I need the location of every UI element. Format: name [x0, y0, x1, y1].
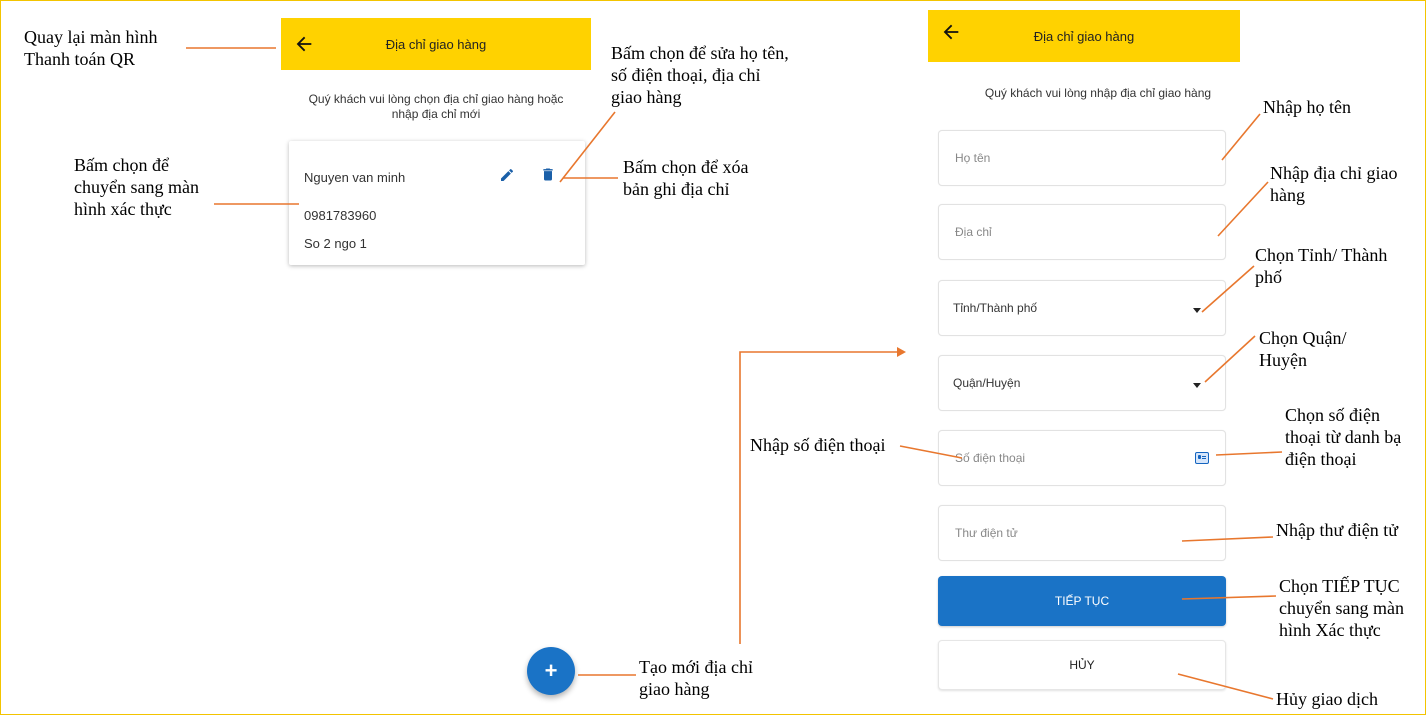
trash-icon[interactable]: [540, 166, 556, 183]
annotation-phone-contacts: Chọn số điện thoại từ danh bạ điện thoại: [1285, 405, 1402, 469]
address-card-address: So 2 ngo 1: [304, 236, 367, 251]
right-subtitle: Quý khách vui lòng nhập địa chỉ giao hàn…: [984, 86, 1212, 100]
cancel-button[interactable]: HỦY: [938, 640, 1226, 690]
left-header-title: Địa chỉ giao hàng: [385, 36, 487, 52]
annotation-choose-district: Chọn Quận/ Huyện: [1259, 328, 1347, 370]
left-subtitle: Quý khách vui lòng chọn địa chỉ giao hàn…: [308, 92, 564, 121]
chevron-down-icon: [1193, 383, 1201, 388]
add-address-button[interactable]: +: [527, 647, 575, 695]
contact-book-icon[interactable]: [1195, 452, 1209, 464]
address-card[interactable]: Nguyen van minh 0981783960 So 2 ngo 1: [289, 141, 585, 265]
address-card-name: Nguyen van minh: [304, 170, 406, 185]
address-card-phone: 0981783960: [304, 208, 377, 223]
annotation-continue: Chọn TIẾP TỤC chuyển sang màn hình Xác t…: [1279, 576, 1404, 640]
annotation-edit: Bấm chọn để sửa họ tên, số điện thoại, đ…: [611, 43, 789, 107]
name-field[interactable]: [938, 130, 1226, 186]
province-select-label: Tỉnh/Thành phố: [953, 301, 1038, 315]
annotation-back: Quay lại màn hình Thanh toán QR: [24, 27, 158, 69]
annotation-choose-province: Chọn Tỉnh/ Thành phố: [1255, 245, 1388, 287]
arrow-left-icon[interactable]: [293, 33, 315, 55]
email-field[interactable]: [938, 505, 1226, 561]
plus-icon: +: [544, 658, 558, 683]
annotation-delete: Bấm chọn để xóa bản ghi địa chỉ: [623, 157, 749, 199]
right-app-header: Địa chỉ giao hàng: [928, 10, 1240, 62]
annotation-cancel: Hủy giao dịch: [1276, 689, 1378, 709]
phone-input[interactable]: [953, 450, 1177, 466]
pencil-icon[interactable]: [499, 167, 515, 183]
annotation-select-card: Bấm chọn để chuyển sang màn hình xác thự…: [74, 155, 199, 219]
district-select-label: Quận/Huyện: [953, 376, 1021, 390]
annotation-input-email: Nhập thư điện tử: [1276, 520, 1398, 540]
chevron-down-icon: [1193, 308, 1201, 313]
annotation-create-new: Tạo mới địa chỉ giao hàng: [639, 657, 753, 699]
district-select[interactable]: Quận/Huyện: [938, 355, 1226, 411]
email-input[interactable]: [953, 525, 1177, 541]
name-input[interactable]: [953, 150, 1177, 166]
annotation-input-phone: Nhập số điện thoại: [750, 435, 886, 455]
province-select[interactable]: Tỉnh/Thành phố: [938, 280, 1226, 336]
right-header-title: Địa chỉ giao hàng: [1033, 28, 1135, 44]
arrow-left-icon[interactable]: [940, 21, 962, 43]
annotation-input-name: Nhập họ tên: [1263, 97, 1351, 117]
annotation-input-address: Nhập địa chỉ giao hàng: [1270, 163, 1398, 205]
address-input[interactable]: [953, 224, 1177, 240]
continue-button[interactable]: TIẾP TỤC: [938, 576, 1226, 626]
left-app-header: Địa chỉ giao hàng: [281, 18, 591, 70]
address-field[interactable]: [938, 204, 1226, 260]
phone-field[interactable]: [938, 430, 1226, 486]
